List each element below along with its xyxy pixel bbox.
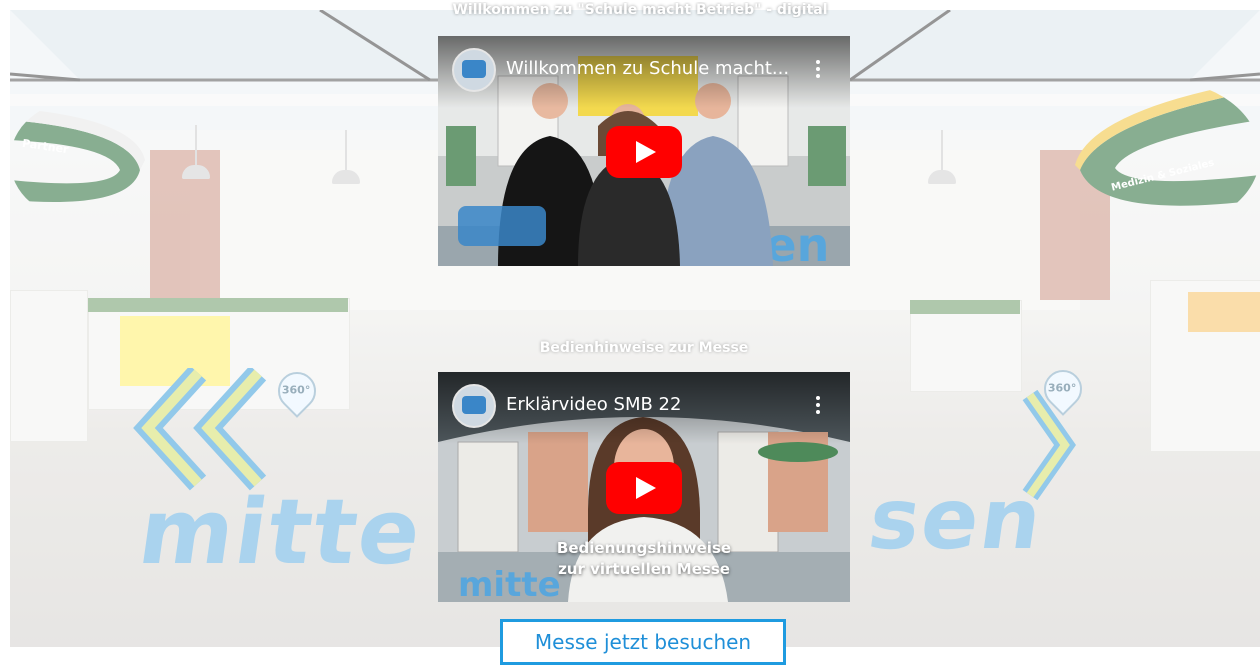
video-title[interactable]: Erklärvideo SMB 22 — [506, 394, 806, 415]
youtube-embed-explainer[interactable]: mitte Erklärvideo SMB 22 Bedienungshinwe… — [438, 372, 850, 602]
video-caption-line1: Bedienungshinweise — [556, 539, 732, 557]
video-caption-line2: zur virtuellen Messe — [558, 560, 730, 578]
channel-avatar[interactable] — [452, 48, 496, 92]
video-caption: Bedienungshinweise zur virtuellen Messe — [544, 538, 744, 580]
more-vert-icon[interactable] — [816, 60, 820, 80]
play-icon[interactable] — [606, 462, 682, 514]
more-vert-icon[interactable] — [816, 396, 820, 416]
video-title[interactable]: Willkommen zu Schule macht... — [506, 58, 806, 79]
section-heading: Bedienhinweise zur Messe — [539, 340, 749, 356]
visit-fair-button[interactable]: Messe jetzt besuchen — [500, 619, 786, 665]
play-icon[interactable] — [606, 126, 682, 178]
youtube-embed-welcome[interactable]: sen Willkommen zu Schule macht... — [438, 36, 850, 266]
channel-avatar[interactable] — [452, 384, 496, 428]
welcome-heading: Willkommen zu "Schule macht Betrieb" - d… — [452, 2, 828, 18]
